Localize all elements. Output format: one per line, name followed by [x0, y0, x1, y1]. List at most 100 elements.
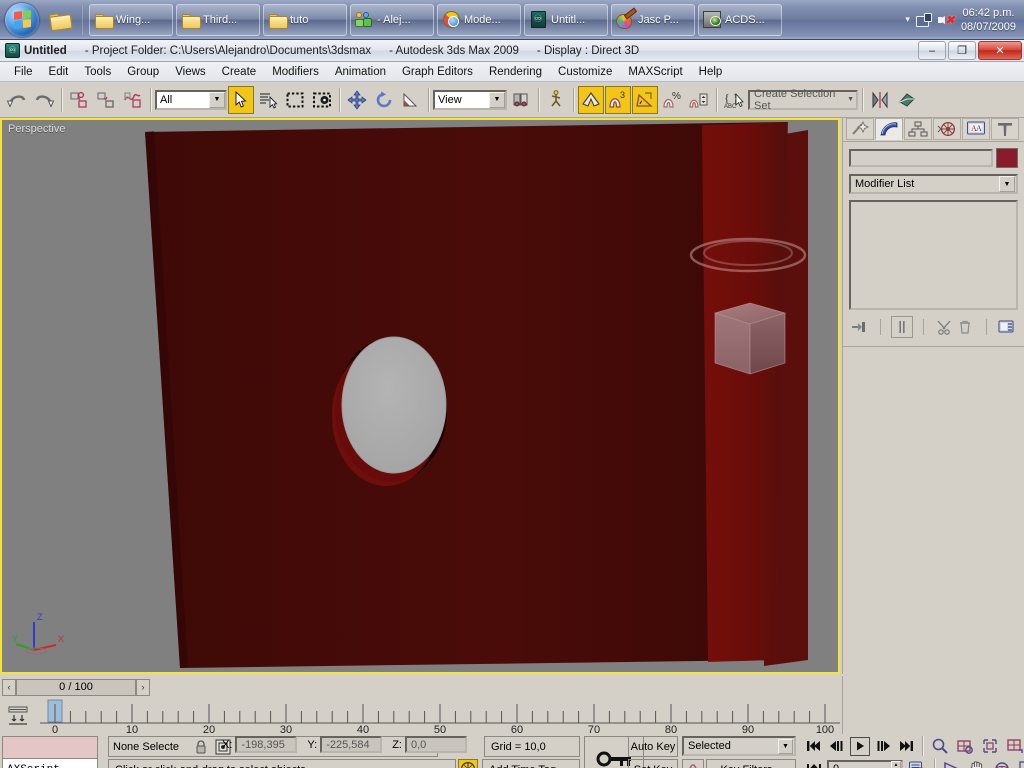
minimize-button[interactable]: –: [918, 41, 946, 60]
make-unique-button[interactable]: [934, 316, 955, 338]
show-end-result-button[interactable]: [891, 316, 913, 338]
task-button-untitled[interactable]: ♾ Untitl...: [524, 3, 608, 36]
chevron-down-icon[interactable]: ▼: [209, 91, 225, 108]
bind-to-space-warp-button[interactable]: [120, 86, 146, 114]
coordinate-z[interactable]: Z: 0,0: [392, 736, 467, 753]
menu-item-create[interactable]: Create: [214, 64, 265, 80]
hierarchy-tab[interactable]: [904, 118, 932, 140]
quick-launch-folders-icon[interactable]: [46, 5, 72, 35]
redo-button[interactable]: [31, 86, 57, 114]
goto-end-button[interactable]: [896, 737, 916, 756]
maximize-viewport-icon[interactable]: [1016, 759, 1024, 768]
zoom-extents-button[interactable]: [979, 736, 1001, 756]
display-tab[interactable]: AA: [962, 118, 990, 140]
menu-item-animation[interactable]: Animation: [327, 64, 394, 80]
remove-modifier-button[interactable]: [955, 316, 976, 338]
coordinate-z-value[interactable]: 0,0: [404, 736, 467, 753]
maximize-button[interactable]: ❐: [948, 41, 976, 60]
arc-rotate-button[interactable]: [991, 759, 1013, 768]
unlink-selection-button[interactable]: [93, 86, 119, 114]
snap-3d-button[interactable]: 3: [605, 85, 631, 114]
undo-button[interactable]: [4, 86, 30, 114]
close-button[interactable]: ✕: [978, 41, 1022, 60]
rectangular-selection-region-button[interactable]: [282, 86, 308, 114]
previous-frame-arrow[interactable]: ‹: [2, 678, 16, 696]
menu-item-rendering[interactable]: Rendering: [481, 64, 550, 80]
viewport-perspective[interactable]: Perspective Z Y X: [0, 118, 840, 674]
volume-muted-icon[interactable]: ✖: [937, 13, 955, 27]
task-button-jasc-paint[interactable]: Jasc P...: [611, 3, 695, 36]
previous-frame-button[interactable]: [827, 737, 847, 756]
select-by-name-button[interactable]: [255, 86, 281, 114]
menu-item-graph-editors[interactable]: Graph Editors: [394, 64, 481, 80]
start-button[interactable]: [2, 1, 42, 39]
menu-item-maxscript[interactable]: MAXScript: [620, 64, 690, 80]
lock-selection-icon[interactable]: [195, 739, 207, 754]
select-and-uniform-scale-button[interactable]: [398, 86, 424, 114]
mirror-button[interactable]: [867, 86, 893, 114]
menu-item-edit[interactable]: Edit: [41, 64, 77, 80]
align-button[interactable]: [894, 86, 920, 114]
task-button-chrome[interactable]: Mode...: [437, 3, 521, 36]
open-mini-curve-editor-icon[interactable]: [6, 704, 32, 728]
auto-key-button[interactable]: Auto Key: [628, 736, 678, 757]
next-frame-button[interactable]: [873, 737, 893, 756]
next-frame-arrow[interactable]: ›: [136, 678, 150, 696]
chevron-down-icon[interactable]: ▼: [489, 91, 505, 108]
named-selection-sets-button[interactable]: { } ABC: [721, 86, 747, 114]
task-button-acdsee[interactable]: ACDS...: [698, 3, 782, 36]
play-animation-button[interactable]: [850, 736, 870, 756]
menu-item-views[interactable]: Views: [167, 64, 213, 80]
use-pivot-point-center-button[interactable]: [508, 86, 534, 114]
configure-modifier-sets-button[interactable]: [997, 316, 1018, 338]
task-button-messenger[interactable]: - Alej...: [350, 3, 434, 36]
menu-item-file[interactable]: File: [6, 64, 41, 80]
window-crossing-button[interactable]: [309, 86, 335, 114]
snaps-toggle-button[interactable]: [578, 85, 604, 114]
coordinate-x-value[interactable]: -198,395: [235, 736, 298, 753]
utilities-tab[interactable]: [991, 118, 1019, 140]
coordinate-x[interactable]: X: -198,395: [222, 736, 298, 753]
task-button-wing[interactable]: Wing...: [89, 3, 173, 36]
select-and-move-button[interactable]: [344, 86, 370, 114]
listener-input-pink[interactable]: [3, 737, 97, 759]
zoom-button[interactable]: [929, 736, 951, 756]
key-selection-combo[interactable]: Selected ▼: [682, 736, 796, 756]
set-key-curve-icon[interactable]: [682, 759, 704, 768]
modifier-stack-list[interactable]: [849, 200, 1018, 310]
key-filters-button[interactable]: Key Filters...: [706, 759, 796, 768]
reference-coordinate-system-combo[interactable]: View ▼: [433, 89, 507, 110]
selection-filter-combo[interactable]: All ▼: [155, 89, 227, 110]
menu-item-group[interactable]: Group: [119, 64, 167, 80]
track-bar[interactable]: 0 10 20 30 40 50 60 70 80 90 100: [0, 698, 840, 734]
select-and-link-button[interactable]: [66, 86, 92, 114]
clock[interactable]: 06:42 p.m. 08/07/2009: [961, 6, 1020, 34]
maxscript-mini-listener[interactable]: AXScript.: [2, 736, 98, 768]
object-color-swatch[interactable]: [996, 148, 1018, 168]
add-time-tag-button[interactable]: Add Time Tag: [482, 759, 580, 768]
current-frame-input[interactable]: 0 ▲▼: [827, 759, 903, 768]
motion-tab[interactable]: [933, 118, 961, 140]
task-button-tuto[interactable]: tuto: [263, 3, 347, 36]
spinner-snap-toggle-button[interactable]: [686, 86, 712, 114]
chevron-down-icon[interactable]: ▼: [999, 176, 1015, 192]
time-tag-icon[interactable]: [458, 759, 478, 768]
chevron-down-icon[interactable]: ▾: [905, 14, 910, 25]
field-of-view-button[interactable]: [941, 759, 963, 768]
menu-item-modifiers[interactable]: Modifiers: [264, 64, 327, 80]
object-name-input[interactable]: [849, 149, 993, 167]
pin-stack-button[interactable]: [849, 316, 870, 338]
set-key-button[interactable]: Set Key: [628, 759, 678, 768]
chevron-down-icon[interactable]: ▼: [778, 738, 793, 754]
time-configuration-icon[interactable]: [906, 759, 928, 768]
track-bar-ruler[interactable]: 0 10 20 30 40 50 60 70 80 90 100: [40, 698, 840, 734]
coordinate-y[interactable]: Y: -225,584: [307, 736, 383, 753]
hand-icon[interactable]: [966, 759, 988, 768]
percent-snap-toggle-button[interactable]: %: [659, 86, 685, 114]
modifier-list-combo[interactable]: Modifier List ▼: [849, 174, 1018, 194]
angle-snap-toggle-button[interactable]: [632, 85, 658, 114]
coordinate-y-value[interactable]: -225,584: [320, 736, 383, 753]
time-slider-handle[interactable]: ‹ 0 / 100 ›: [2, 678, 150, 696]
viewport-canvas[interactable]: Perspective Z Y X: [2, 120, 838, 672]
modify-tab[interactable]: [875, 118, 903, 140]
